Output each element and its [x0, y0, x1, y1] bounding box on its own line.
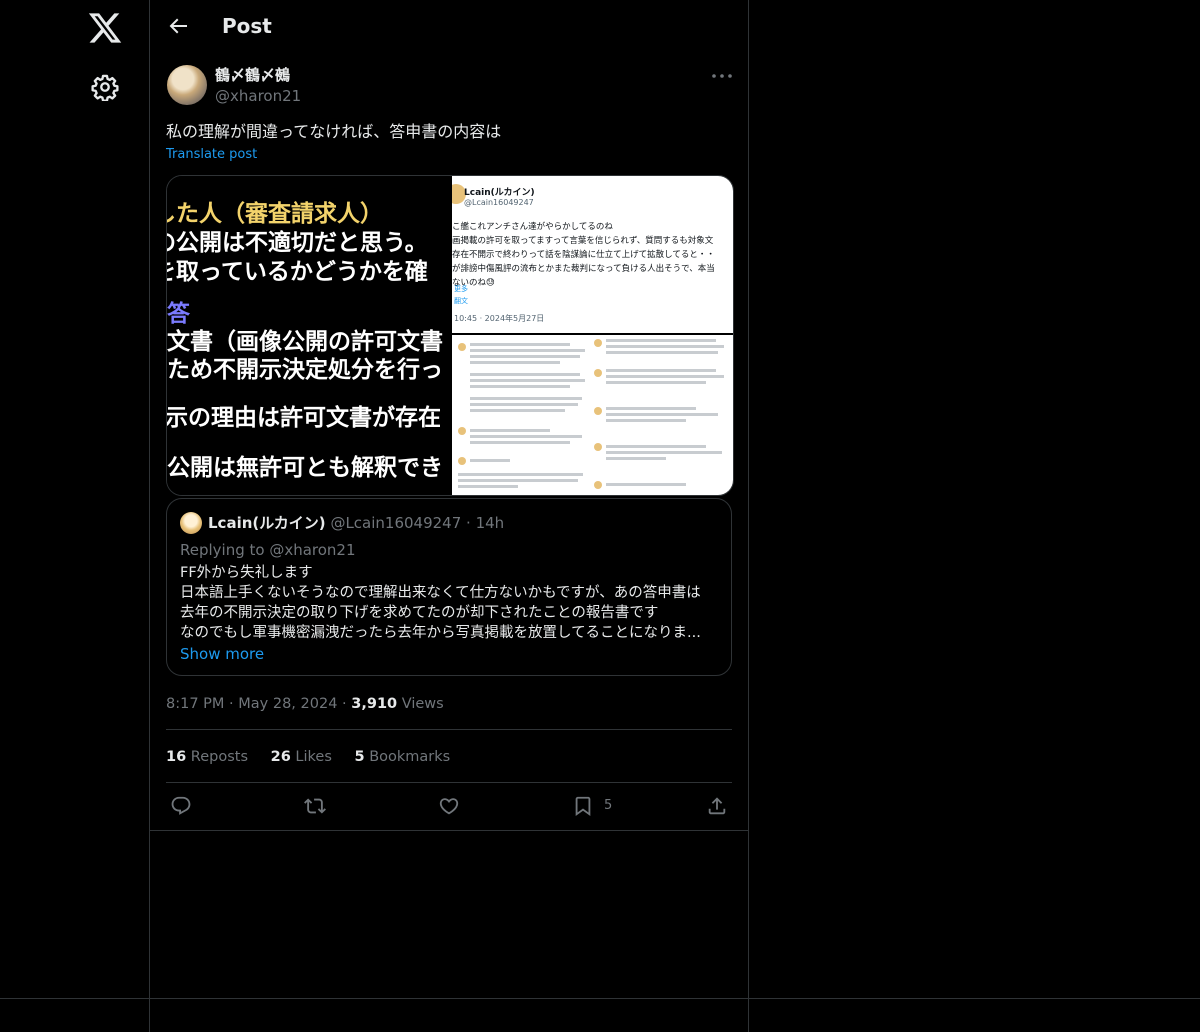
- views-label: Views: [401, 696, 444, 712]
- show-more-link[interactable]: Show more: [180, 643, 264, 665]
- left-nav-rail: [0, 0, 150, 1032]
- media-image-top-right[interactable]: Lcain(ルカイン) @Lcain16049247 こ艦これアンチさん達がやら…: [452, 176, 733, 333]
- dot-separator: ·: [342, 696, 352, 712]
- media-left-line: を取っているかどうかを確: [167, 259, 428, 285]
- like-button[interactable]: [438, 795, 460, 819]
- share-icon: [708, 797, 726, 815]
- post-date[interactable]: May 28, 2024: [238, 696, 337, 712]
- post-meta: 8:17 PM · May 28, 2024 · 3,910 Views: [166, 693, 444, 715]
- embedded-translate: 翻文: [454, 297, 468, 305]
- media-image-bottom-right[interactable]: [452, 335, 733, 495]
- action-bar: 5: [166, 795, 732, 821]
- post-text: 私の理解が間違ってなければ、答申書の内容は: [166, 122, 502, 141]
- bookmarks-stat[interactable]: 5 Bookmarks: [355, 749, 451, 765]
- dot-separator: ·: [466, 514, 476, 532]
- translate-post-link[interactable]: Translate post: [166, 146, 257, 164]
- dot-separator: ·: [229, 696, 239, 712]
- bookmark-icon: [575, 796, 591, 817]
- media-left-line: 示の理由は許可文書が存在: [167, 405, 441, 431]
- quoted-text: FF外から失礼します 日本語上手くないそうなので理解出来なくて仕方ないかもですが…: [180, 565, 701, 641]
- embedded-handle: @Lcain16049247: [464, 198, 534, 207]
- bookmark-count: 5: [604, 798, 613, 813]
- embedded-text: こ艦これアンチさん達がやらかしてるのね 画掲載の許可を取ってますって言葉を信じら…: [452, 222, 715, 288]
- reply-button[interactable]: [170, 795, 192, 819]
- reply-icon: [171, 796, 191, 815]
- divider: [166, 782, 732, 783]
- post-time[interactable]: 8:17 PM: [166, 696, 224, 712]
- embedded-more: 更多: [454, 285, 468, 293]
- quoted-post[interactable]: Lcain(ルカイン) @Lcain16049247 · 14h Replyin…: [166, 498, 732, 676]
- author-handle[interactable]: @xharon21: [215, 86, 301, 106]
- repost-icon: [304, 798, 326, 814]
- embedded-thread-screenshot: [458, 339, 724, 489]
- reposts-stat[interactable]: 16 Reposts: [166, 749, 248, 765]
- likes-stat[interactable]: 26 Likes: [271, 749, 332, 765]
- repost-button[interactable]: [304, 795, 326, 819]
- avatar[interactable]: [167, 65, 207, 105]
- media-image-left[interactable]: した人（審査請求人） の公開は不適切だと思う。 を取っているかどうかを確 答 文…: [167, 176, 450, 495]
- divider: [150, 830, 748, 831]
- post-detail-column: Post 鶴〆鶴〆鵺 @xharon21 私の理解が間違ってなければ、答申書の内…: [149, 0, 749, 1032]
- page-header: Post: [150, 0, 748, 54]
- quoted-handle[interactable]: @Lcain16049247: [330, 514, 461, 532]
- quoted-timestamp[interactable]: 14h: [476, 514, 505, 532]
- views-count: 3,910: [351, 696, 398, 712]
- embedded-name: Lcain(ルカイン): [464, 188, 535, 198]
- media-left-line: 公開は無許可とも解釈でき: [167, 455, 443, 481]
- more-dots-icon[interactable]: [710, 70, 734, 82]
- back-arrow-icon[interactable]: [166, 14, 190, 38]
- divider: [166, 729, 732, 730]
- media-grid[interactable]: した人（審査請求人） の公開は不適切だと思う。 を取っているかどうかを確 答 文…: [166, 175, 734, 496]
- share-button[interactable]: [706, 795, 728, 819]
- quoted-header: Lcain(ルカイン) @Lcain16049247 · 14h: [208, 512, 504, 534]
- divider: [0, 998, 1200, 999]
- media-left-line: ため不開示決定処分を行っ: [167, 357, 443, 383]
- replying-to: Replying to @xharon21: [180, 541, 356, 559]
- page-title: Post: [222, 14, 272, 38]
- x-logo-icon[interactable]: [87, 10, 123, 46]
- engagement-stats: 16 Reposts 26 Likes 5 Bookmarks: [166, 746, 468, 768]
- quoted-avatar[interactable]: [180, 512, 202, 534]
- bookmark-button[interactable]: 5: [572, 795, 612, 819]
- quoted-display-name[interactable]: Lcain(ルカイン): [208, 514, 326, 532]
- like-icon: [439, 798, 459, 815]
- embedded-time: 10:45 · 2024年5月27日: [454, 314, 545, 323]
- author-display-name[interactable]: 鶴〆鶴〆鵺: [215, 65, 290, 85]
- settings-gear-icon[interactable]: [91, 73, 119, 101]
